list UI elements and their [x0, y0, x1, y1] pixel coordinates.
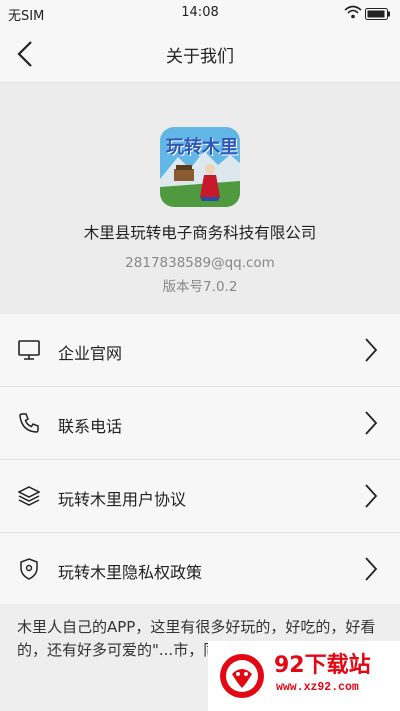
phone-icon [19, 413, 39, 433]
menu-item-privacy-policy[interactable]: 玩转木里隐私权政策 [0, 533, 400, 606]
menu-item-label: 联系电话 [58, 417, 123, 436]
status-bar: 无SIM 14:08 [0, 0, 400, 26]
contact-email: 2817838589@qq.com [125, 255, 275, 271]
nav-bar: 关于我们 [0, 26, 400, 83]
clock: 14:08 [181, 5, 219, 20]
wifi-icon [344, 5, 362, 23]
monitor-icon [18, 340, 40, 360]
company-name: 木里县玩转电子商务科技有限公司 [83, 224, 317, 242]
menu-item-label: 玩转木里用户协议 [58, 490, 187, 509]
menu-item-label: 玩转木里隐私权政策 [58, 563, 203, 582]
watermark-url: www.xz92.com [276, 681, 359, 694]
chevron-right-icon [365, 557, 378, 581]
version-label: 版本号7.0.2 [162, 279, 238, 295]
app-logo: 玩转木里 [160, 127, 240, 207]
chevron-right-icon [365, 411, 378, 435]
about-header: 玩转木里 木里县玩转电子商务科技有限公司 2817838589@qq.com 版… [0, 83, 400, 314]
chevron-right-icon [365, 338, 378, 362]
watermark: 92下载站 www.xz92.com [208, 641, 400, 711]
battery-icon [365, 8, 391, 24]
app-logo-text: 玩转木里 [166, 137, 238, 158]
page-title: 关于我们 [166, 47, 234, 67]
menu-item-user-agreement[interactable]: 玩转木里用户协议 [0, 460, 400, 533]
chevron-right-icon [365, 484, 378, 508]
intro-section: 木里人自己的APP，这里有很多好玩的，好吃的，好看的，还有好多可爱的"...市，… [0, 604, 400, 711]
menu-item-label: 企业官网 [58, 344, 123, 363]
watermark-title: 92下载站 [274, 653, 371, 678]
menu-list: 企业官网 联系电话 玩转木里用户协议 玩转木里隐私权政策 [0, 314, 400, 606]
menu-item-website[interactable]: 企业官网 [0, 314, 400, 387]
layers-icon [18, 486, 40, 506]
watermark-logo-icon [220, 654, 264, 698]
menu-item-phone[interactable]: 联系电话 [0, 387, 400, 460]
shield-icon [20, 558, 38, 580]
